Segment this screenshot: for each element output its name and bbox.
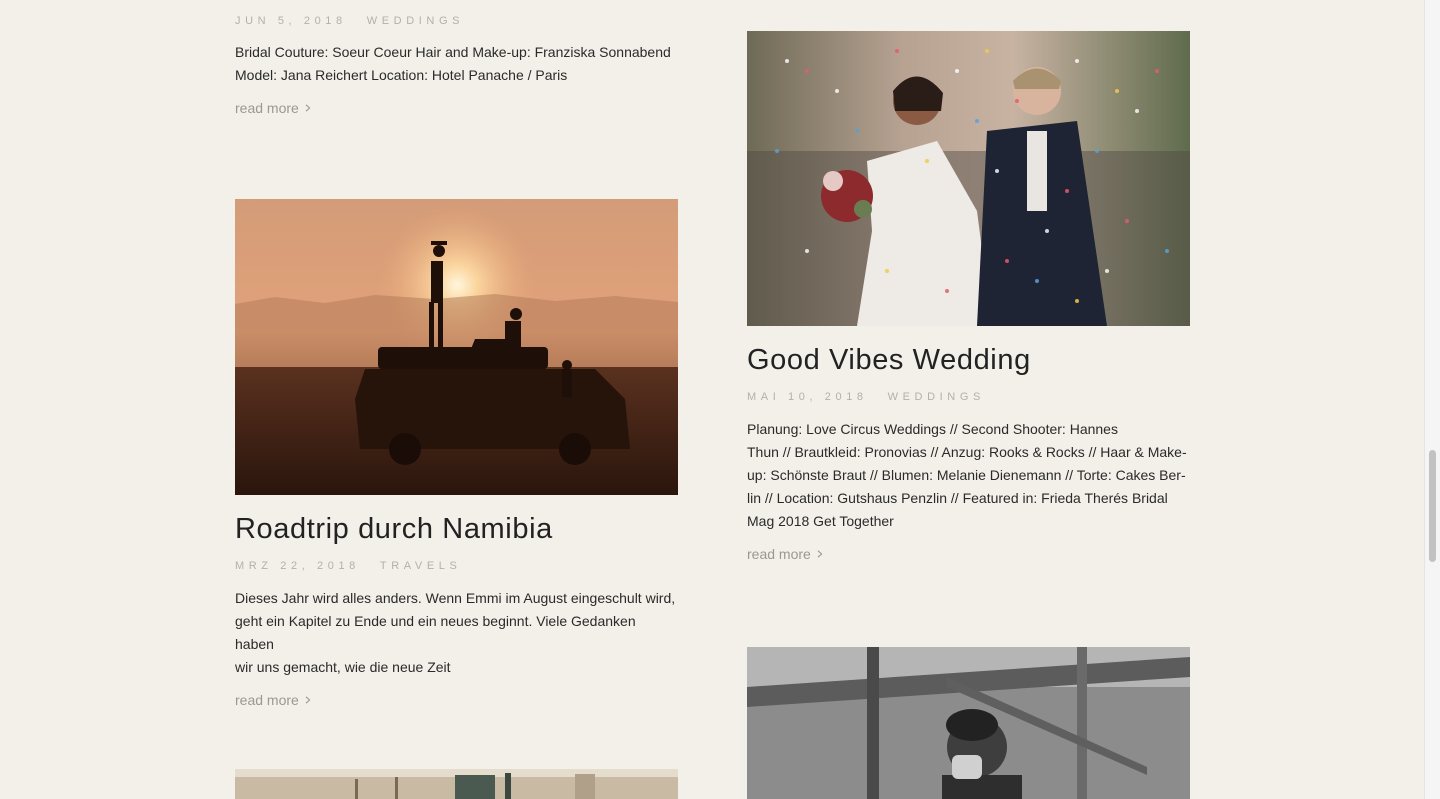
chevron-right-icon [305,104,311,112]
post-category-link[interactable]: WEDDINGS [367,15,464,27]
workshop-photo [235,769,678,799]
post-title[interactable]: Good Vibes Wedding [747,344,1190,377]
post-meta: MRZ 22, 2018 TRAVELS [235,560,678,572]
post-card-namibia: Roadtrip durch Namibia MRZ 22, 2018 TRAVE… [235,199,678,710]
post-title[interactable]: Roadtrip durch Namibia [235,513,678,546]
black-white-portrait-photo [747,647,1190,799]
post-excerpt: Bridal Couture: Soeur Coeur Hair and Mak… [235,44,671,83]
scrollbar-thumb[interactable] [1429,450,1436,562]
post-meta: MAI 10, 2018 WEDDINGS [747,391,1190,403]
post-card-paris: JUN 5, 2018 WEDDINGS Bridal Couture: Soeu… [235,15,678,118]
post-excerpt: Dieses Jahr wird alles anders. Wenn Emmi… [235,590,676,675]
post-date: MAI 10, 2018 [747,391,868,403]
post-meta: JUN 5, 2018 WEDDINGS [235,15,678,27]
read-more-link[interactable]: read more [235,100,311,116]
post-category-link[interactable]: WEDDINGS [888,391,985,403]
read-more-link[interactable]: read more [235,692,311,708]
post-excerpt: Planung: Love Circus Weddings // Second … [747,421,1187,529]
chevron-right-icon [305,696,311,704]
post-date: JUN 5, 2018 [235,15,347,27]
read-more-link[interactable]: read more [747,546,823,562]
page-scrollbar[interactable] [1424,0,1440,799]
post-date: MRZ 22, 2018 [235,560,360,572]
sunset-roadtrip-photo [235,199,678,495]
post-card-good-vibes: Good Vibes Wedding MAI 10, 2018 WEDDINGS … [747,31,1190,564]
wedding-confetti-photo [747,31,1190,326]
post-image-next-right[interactable] [747,647,1190,799]
post-image-namibia[interactable] [235,199,678,495]
post-category-link[interactable]: TRAVELS [380,560,462,572]
post-image-good-vibes[interactable] [747,31,1190,326]
chevron-right-icon [817,550,823,558]
blog-list-page: JUN 5, 2018 WEDDINGS Bridal Couture: Soeu… [0,0,1440,799]
post-image-next-left[interactable] [235,769,678,799]
